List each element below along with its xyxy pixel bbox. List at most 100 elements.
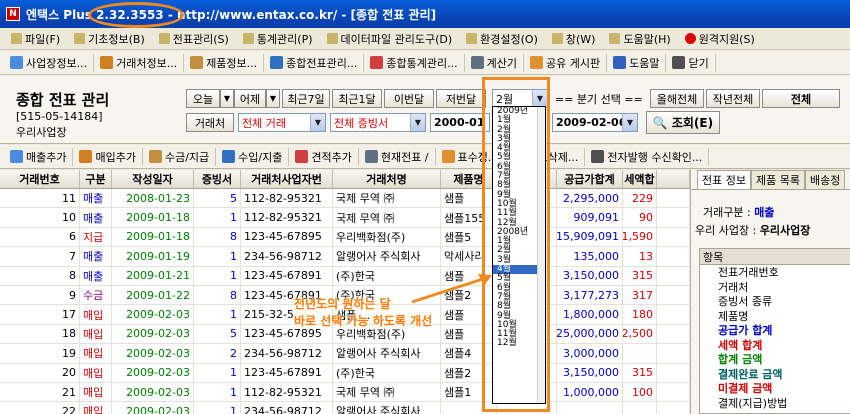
table-cell: 매출 [80,189,112,208]
menu-item-1[interactable]: 기초정보(B) [67,31,152,47]
toolbar1-button-6[interactable]: 공유 게시판 [524,53,608,72]
search-icon: 🔍 [652,115,668,130]
toolbar2-button-0[interactable]: 매출추가 [4,147,74,166]
table-cell [657,227,690,247]
detail-item-list[interactable]: 항목 전표거래번호 거래처 증빙서 종류 제품명 공급가 합계 세액 합계 합계 금액 결제완… [699,248,850,414]
list-item[interactable]: 제품명 [700,309,850,324]
column-header-10[interactable] [657,170,690,188]
evidence-type-select[interactable]: 전체 증빙서 ▼ [330,113,426,132]
toolbar1-button-4[interactable]: 종합통계관리... [364,53,465,72]
toolbar1-button-5[interactable]: 계산기 [465,53,524,72]
menu-item-7[interactable]: 도움말(H) [602,31,677,47]
quarter-select[interactable]: == 분기 선택 == [552,89,646,108]
table-row[interactable]: 11 매출 2008-01-23 5 112-82-95321 국제 무역 ㈜ 샘플 2,29… [0,189,690,209]
table-row[interactable]: 10 매출 2009-01-18 1 112-82-95321 국제 무역 ㈜ 샘플155 9… [0,208,690,228]
column-header-3[interactable]: 증빙서 [194,170,241,188]
yesterday-button[interactable]: 어제 [234,89,266,108]
menu-item-0[interactable]: 파일(F) [4,31,67,47]
table-cell: 2,500 [623,324,657,344]
menu-item-6[interactable]: 창(W) [545,31,603,47]
column-header-9[interactable]: 세액합 [623,170,657,188]
all-period-button[interactable]: 전체 [762,89,840,108]
column-header-1[interactable]: 구분 [80,170,112,188]
business-number: [515-05-14184] [16,110,103,123]
list-item[interactable]: 결제완료 금액 [700,367,850,382]
table-cell: 112-82-95321 [241,189,333,208]
this-year-button[interactable]: 올해전체 [650,89,704,108]
menu-item-8[interactable]: 원격지원(S) [678,31,762,47]
table-row[interactable]: 7 매출 2009-01-19 1 234-56-98712 알랭어사 주식회사 악세사리 1… [0,247,690,267]
menu-item-label: 창(W) [565,32,596,46]
today-button[interactable]: 오늘 [186,89,220,108]
toolbar1-button-8[interactable]: 닫기 [666,53,716,72]
table-row[interactable]: 8 매출 2009-01-21 1 123-45-67891 (주)한국 샘플 3,150,0… [0,266,690,286]
table-row[interactable]: 19 매입 2009-02-03 2 234-56-98712 알랭어사 주식회사 샘플4 3… [0,344,690,364]
list-item[interactable]: 결제(지급)방법 [700,396,850,411]
toolbar2-button-1[interactable]: 매입추가 [73,147,143,166]
tab-2[interactable]: 배송정 [804,170,846,189]
yesterday-dropdown-button[interactable]: ▼ [266,89,280,108]
toolbar2-button-8[interactable]: 전자발행 수신확인... [585,147,710,166]
menu-item-3[interactable]: 통계관리(P) [236,31,320,47]
this-month-button[interactable]: 이번달 [384,89,434,108]
slip-toolbar: 매출추가 매입추가 수금/지급 수입/지출 견적추가 현재전표 / 표수정... 전표삭제..… [0,145,850,169]
table-cell: 20 [0,363,80,382]
column-header-2[interactable]: 작성일자 [112,170,194,188]
trade-type-select[interactable]: 전체 거래 ▼ [238,113,326,132]
table-cell: 2009-02-03 [112,363,194,382]
list-item[interactable]: 증빙서 종류 [700,294,850,309]
menu-item-2[interactable]: 전표관리(S) [152,31,236,47]
slip-table[interactable]: 거래번호 구분 작성일자 증빙서 거래처사업자번 거래처명 제품명 공급가합계 세액합 11 매출… [0,170,690,414]
menu-icon [11,33,22,44]
annotation-callout: 전년도의 원하는 달 바로 선택 가능 하도록 개선 [294,296,432,330]
menu-item-4[interactable]: 데이터파일 관리도구(D) [320,31,460,47]
column-header-0[interactable]: 거래번호 [0,170,80,188]
toolbar1-button-0[interactable]: 사업장정보... [4,53,95,72]
table-cell: 8 [194,227,241,247]
list-item[interactable]: 미결제 금액 [700,381,850,396]
table-row[interactable]: 21 매입 2009-02-03 1 112-82-95321 국제 무역 ㈜ 샘플1 1,0… [0,382,690,403]
column-header-4[interactable]: 거래처사업자번 [241,170,333,188]
list-item[interactable]: 거래처 [700,280,850,295]
today-dropdown-button[interactable]: ▼ [220,89,234,108]
last-month-range-button[interactable]: 최근1달 [332,89,382,108]
menu-item-5[interactable]: 환경설정(O) [459,31,545,47]
mail-icon [591,150,605,163]
toolbar1-button-3[interactable]: 종합전표관리... [264,53,365,72]
table-row[interactable]: 22 매입 2009-02-03 1 234-56-98712 알랭어사 주식회사 [0,402,690,414]
list-item[interactable]: 세액 합계 [700,338,850,353]
table-cell [657,363,690,382]
last-year-button[interactable]: 작년전체 [706,89,760,108]
table-cell: 매출 [80,208,112,227]
table-cell: 90 [623,208,657,227]
toolbar2-button-2[interactable]: 수금/지급 [143,147,217,166]
toolbar2-button-4[interactable]: 견적추가 [289,147,359,166]
list-item[interactable]: 전표거래번호 [700,265,850,280]
column-header-8[interactable]: 공급가합계 [557,170,623,188]
table-cell: 매입 [80,382,112,402]
table-cell: 1 [194,402,241,414]
column-header-5[interactable]: 거래처명 [333,170,441,188]
list-item[interactable]: 합계 금액 [700,352,850,367]
toolbar1-button-1[interactable]: 거래처정보... [94,53,185,72]
previous-month-button[interactable]: 저번달 [436,89,486,108]
tab-1[interactable]: 제품 목록 [750,170,805,189]
table-cell [657,247,690,266]
date-from-field[interactable]: 2000-01 [430,113,490,132]
table-cell: 123-45-67891 [241,363,333,382]
date-to-field[interactable]: 2009-02-06 ▼ [552,113,638,132]
toolbar2-button-5[interactable]: 현재전표 / [359,147,436,166]
tab-0[interactable]: 전표 정보 [697,170,751,189]
table-row[interactable]: 6 지급 2009-01-18 8 123-45-67895 우리백화점(주) 샘플5 15,… [0,227,690,248]
toolbar1-button-2[interactable]: 제품정보... [184,53,265,72]
customer-button[interactable]: 거래처 [186,113,234,132]
list-item[interactable]: 공급가 합계 [700,323,850,338]
table-cell: 317 [623,285,657,305]
table-row[interactable]: 20 매입 2009-02-03 1 123-45-67891 (주)한국 샘플2 3,150… [0,363,690,383]
search-button[interactable]: 🔍 조회(E) [646,111,720,134]
toolbar2-button-3[interactable]: 수입/지출 [216,147,290,166]
edit-icon [441,150,455,163]
toolbar-label: 사업장정보... [26,56,88,70]
toolbar1-button-7[interactable]: 도움말 [607,53,667,72]
last-7-days-button[interactable]: 최근7일 [282,89,330,108]
